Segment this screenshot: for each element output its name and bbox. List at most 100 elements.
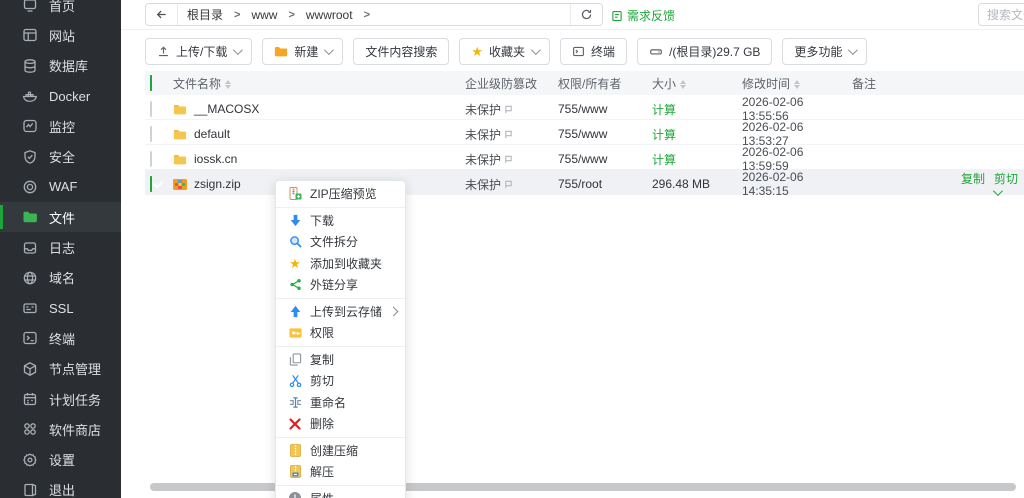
file-name[interactable]: default (194, 127, 230, 141)
menu-item-rename[interactable]: 重命名 (276, 392, 405, 414)
file-name-cell[interactable]: default (173, 127, 465, 141)
file-name[interactable]: zsign.zip (194, 177, 241, 191)
feedback-icon (611, 10, 623, 22)
column-header-owner[interactable]: 权限/所有者 (558, 75, 652, 92)
column-header-note[interactable]: 备注 (852, 75, 1024, 92)
search-input[interactable] (978, 3, 1024, 26)
settings-icon (21, 451, 38, 468)
terminal-icon (572, 45, 585, 58)
mtime-cell: 2026-02-06 14:35:15 (742, 170, 804, 198)
sidebar-item-node-management[interactable]: 节点管理 (0, 354, 121, 384)
sidebar: 首页 网站 数据库 Docker 监控 安全 WAF 文件 日志 域名 SSL … (0, 0, 121, 498)
menu-item-cut[interactable]: 剪切 (276, 370, 405, 392)
menu-item-download[interactable]: 下载 (276, 210, 405, 232)
website-icon (21, 27, 38, 44)
new-button[interactable]: 新建 (262, 38, 344, 65)
row-checkbox-checked[interactable] (150, 176, 152, 192)
select-all-checkbox[interactable] (150, 75, 152, 91)
sort-icon[interactable] (680, 79, 687, 89)
cut-link[interactable]: 剪切 (994, 173, 1018, 185)
menu-item-permission[interactable]: 权限 (276, 322, 405, 344)
sidebar-item-website[interactable]: 网站 (0, 20, 121, 50)
more-functions-button[interactable]: 更多功能 (782, 38, 868, 65)
file-name[interactable]: iossk.cn (194, 152, 237, 166)
menu-item-share[interactable]: 外链分享 (276, 274, 405, 296)
sidebar-item-label: 文件 (49, 210, 76, 226)
breadcrumb-wwwroot[interactable]: wwwroot (297, 8, 362, 22)
refresh-button[interactable] (570, 4, 602, 25)
menu-item-label: 复制 (310, 352, 335, 367)
menu-item-zip-preview[interactable]: ZIP压缩预览 (276, 183, 405, 205)
mtime-cell: 2026-02-06 13:53:27 (742, 120, 804, 148)
sidebar-item-label: Docker (49, 88, 91, 104)
terminal-button[interactable]: 终端 (560, 38, 628, 65)
menu-item-extract[interactable]: 解压 (276, 461, 405, 483)
menu-item-copy[interactable]: 复制 (276, 349, 405, 371)
sidebar-item-waf[interactable]: WAF (0, 172, 121, 202)
content-search-button[interactable]: 文件内容搜索 (353, 38, 450, 65)
menu-item-compress[interactable]: 创建压缩 (276, 440, 405, 462)
back-button[interactable] (146, 4, 178, 25)
sidebar-item-files[interactable]: 文件 (0, 202, 121, 233)
column-header-mtime[interactable]: 修改时间 (742, 75, 852, 92)
disk-usage-button[interactable]: /(根目录)29.7 GB (637, 38, 773, 65)
breadcrumb-www[interactable]: www (242, 8, 286, 22)
table-row[interactable]: default 未保护 755/www 计算 2026-02-06 13:53:… (145, 120, 1024, 148)
calc-size-link[interactable]: 计算 (652, 103, 676, 117)
sidebar-item-label: 首页 (49, 0, 76, 14)
sidebar-item-logout[interactable]: 退出 (0, 475, 121, 498)
sidebar-item-security[interactable]: 安全 (0, 141, 121, 171)
button-label: 上传/下载 (176, 45, 228, 59)
menu-separator (276, 484, 405, 486)
menu-item-cloud-upload[interactable]: 上传到云存储 (276, 301, 405, 323)
file-name[interactable]: __MACOSX (194, 102, 259, 116)
column-header-size[interactable]: 大小 (652, 75, 742, 92)
menu-separator (276, 345, 405, 347)
table-header: 文件名称 企业级防篡改 权限/所有者 大小 修改时间 备注 (145, 71, 1024, 95)
file-name-cell[interactable]: __MACOSX (173, 102, 465, 116)
favorites-button[interactable]: ★ 收藏夹 (459, 38, 551, 65)
sidebar-item-label: 退出 (49, 483, 76, 498)
copy-link[interactable]: 复制 (961, 173, 985, 185)
column-header-tamper[interactable]: 企业级防篡改 (465, 75, 558, 92)
sidebar-item-settings[interactable]: 设置 (0, 444, 121, 474)
sort-icon[interactable] (794, 79, 801, 89)
folder-icon (173, 153, 187, 166)
sidebar-item-cron[interactable]: 计划任务 (0, 384, 121, 414)
extract-icon (288, 465, 302, 479)
sidebar-item-docker[interactable]: Docker (0, 81, 121, 111)
sidebar-item-database[interactable]: 数据库 (0, 51, 121, 81)
table-row[interactable]: __MACOSX 未保护 755/www 计算 2026-02-06 13:55… (145, 95, 1024, 123)
menu-item-label: 文件拆分 (310, 235, 359, 250)
row-checkbox[interactable] (150, 151, 152, 167)
row-checkbox[interactable] (150, 126, 152, 142)
row-more-actions[interactable] (992, 186, 1003, 198)
menu-item-file-split[interactable]: 文件拆分 (276, 231, 405, 253)
table-row[interactable]: iossk.cn 未保护 755/www 计算 2026-02-06 13:59… (145, 145, 1024, 173)
sort-icon[interactable] (225, 79, 232, 89)
sidebar-item-label: 日志 (49, 241, 76, 257)
security-icon (21, 148, 38, 165)
sidebar-item-home[interactable]: 首页 (0, 0, 121, 20)
column-header-name[interactable]: 文件名称 (173, 75, 465, 92)
feedback-link[interactable]: 需求反馈 (611, 7, 675, 24)
sidebar-item-logs[interactable]: 日志 (0, 232, 121, 262)
node-icon (21, 360, 38, 377)
breadcrumb-root[interactable]: 根目录 (178, 6, 232, 23)
upload-download-button[interactable]: 上传/下载 (145, 38, 253, 65)
sidebar-item-monitor[interactable]: 监控 (0, 111, 121, 141)
menu-item-label: 解压 (310, 465, 335, 480)
upload-icon (157, 45, 170, 58)
menu-item-properties[interactable]: ! 属性 (276, 488, 405, 498)
tamper-flag-icon (504, 180, 513, 189)
calc-size-link[interactable]: 计算 (652, 153, 676, 167)
row-checkbox[interactable] (150, 101, 152, 117)
sidebar-item-domain[interactable]: 域名 (0, 263, 121, 293)
sidebar-item-ssl[interactable]: SSL (0, 293, 121, 323)
sidebar-item-appstore[interactable]: 软件商店 (0, 414, 121, 444)
file-name-cell[interactable]: iossk.cn (173, 152, 465, 166)
calc-size-link[interactable]: 计算 (652, 128, 676, 142)
menu-item-delete[interactable]: 删除 (276, 413, 405, 435)
sidebar-item-terminal[interactable]: 终端 (0, 323, 121, 353)
menu-item-add-favorite[interactable]: ★ 添加到收藏夹 (276, 253, 405, 275)
